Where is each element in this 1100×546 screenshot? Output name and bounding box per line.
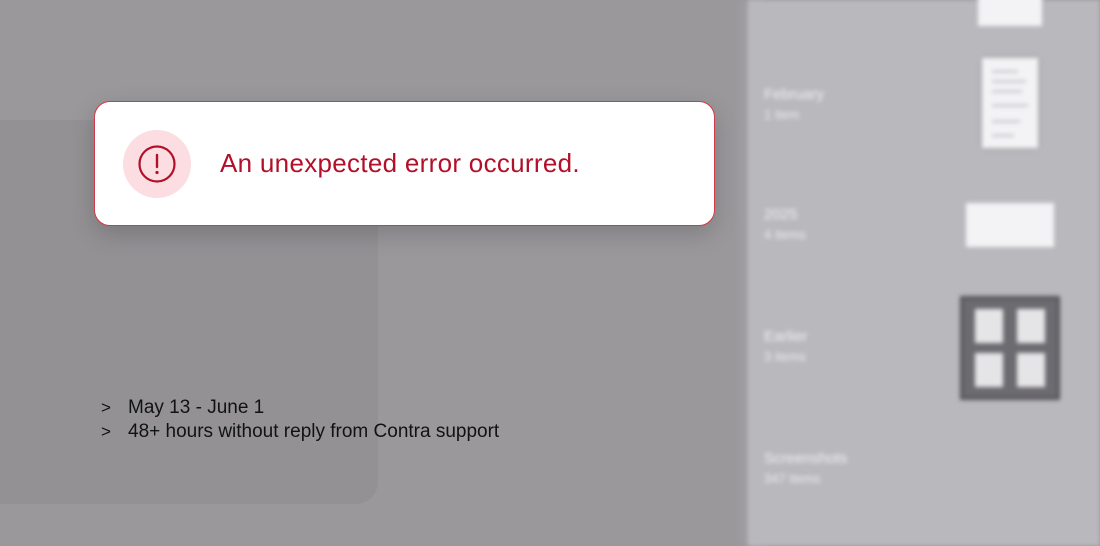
sidebar-item-earlier[interactable]: Earlier 3 items [764, 328, 954, 364]
sidebar-item-label: Earlier [764, 328, 808, 345]
notes-list: > May 13 - June 1 > 48+ hours without re… [101, 396, 499, 444]
sidebar-item-count: 347 items [764, 471, 821, 486]
sidebar-item-count: 1 item [764, 107, 800, 122]
alert-circle-icon [138, 145, 176, 183]
screen: February 1 item 2025 4 items Earlier 3 i… [0, 0, 1100, 546]
list-marker: > [101, 422, 111, 441]
blurred-sidebar: February 1 item 2025 4 items Earlier 3 i… [748, 0, 1100, 546]
note-text: May 13 - June 1 [128, 397, 265, 418]
thumbnail[interactable] [966, 203, 1054, 247]
sidebar-item-label: Screenshots [764, 450, 848, 467]
thumbnail[interactable] [982, 58, 1038, 148]
error-toast[interactable]: An unexpected error occurred. [94, 101, 715, 226]
sidebar-item-count: 4 items [764, 227, 806, 242]
sidebar-item-2025[interactable]: 2025 4 items [764, 206, 954, 242]
sidebar-item-count: 3 items [764, 349, 806, 364]
error-message: An unexpected error occurred. [220, 148, 580, 178]
thumbnail[interactable] [978, 0, 1042, 26]
sidebar-item-february[interactable]: February 1 item [764, 86, 954, 122]
note-text: 48+ hours without reply from Contra supp… [128, 421, 500, 442]
list-item: > 48+ hours without reply from Contra su… [101, 420, 499, 444]
list-item: > May 13 - June 1 [101, 396, 499, 420]
sidebar-item-label: February [764, 86, 825, 103]
thumbnail-grid[interactable] [960, 296, 1060, 400]
alert-icon-badge [123, 130, 191, 198]
sidebar-item-screenshots[interactable]: Screenshots 347 items [764, 450, 954, 486]
list-marker: > [101, 398, 111, 417]
sidebar-item-label: 2025 [764, 206, 798, 223]
